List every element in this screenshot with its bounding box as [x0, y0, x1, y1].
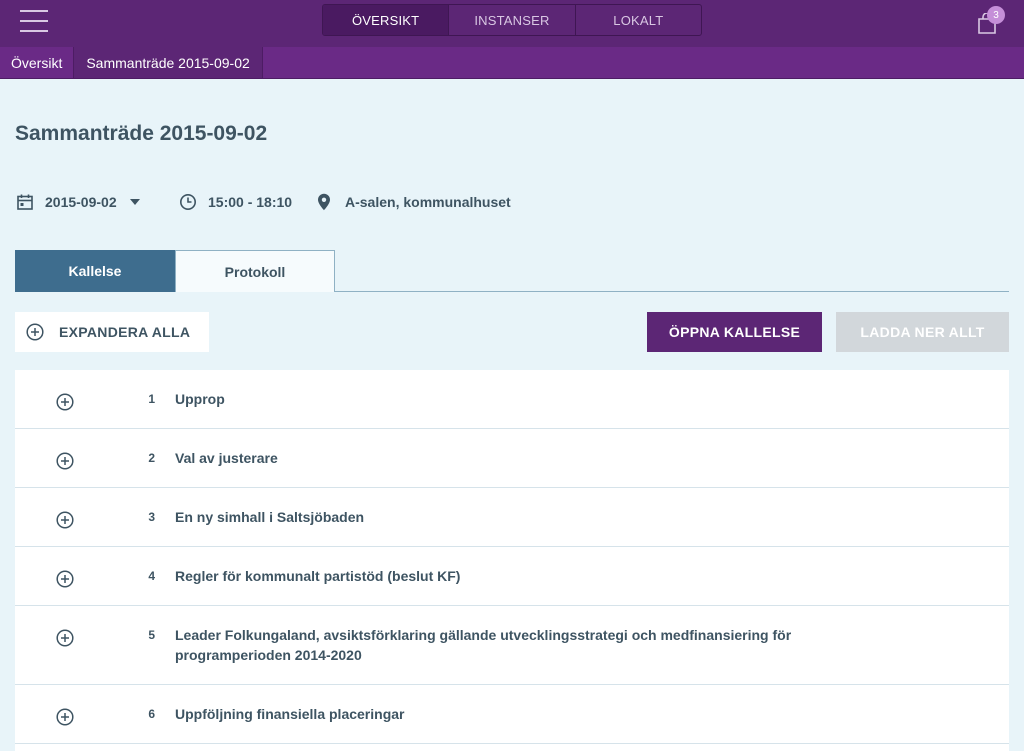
- location-pin-icon: [318, 193, 330, 211]
- tab-lokalt[interactable]: LOKALT: [576, 5, 701, 35]
- download-all-button[interactable]: LADDA NER ALLT: [836, 312, 1009, 352]
- meeting-location: A-salen, kommunalhuset: [345, 194, 511, 210]
- expand-icon[interactable]: [56, 452, 74, 470]
- expand-icon[interactable]: [56, 570, 74, 588]
- expand-all-button[interactable]: EXPANDERA ALLA: [15, 312, 209, 352]
- agenda-item-title: Leader Folkungaland, avsiktsförklaring g…: [175, 627, 792, 663]
- agenda-item-number: 4: [148, 569, 155, 583]
- agenda-item-partial: [15, 744, 1009, 751]
- agenda-item-1[interactable]: 1 Upprop: [15, 370, 1009, 429]
- chevron-down-icon: [129, 199, 140, 205]
- cart-count-badge: 3: [987, 6, 1005, 24]
- agenda-item-number: 1: [148, 392, 155, 406]
- agenda-item-number: 6: [148, 707, 155, 721]
- breadcrumb-meeting[interactable]: Sammanträde 2015-09-02: [74, 47, 263, 78]
- agenda-item-2[interactable]: 2 Val av justerare: [15, 429, 1009, 488]
- breadcrumb: Översikt Sammanträde 2015-09-02: [0, 47, 1024, 79]
- agenda-item-title: Val av justerare: [175, 450, 278, 466]
- calendar-icon: [17, 194, 33, 210]
- date-picker[interactable]: 2015-09-02: [16, 192, 151, 212]
- agenda-item-title: Upprop: [175, 391, 225, 407]
- agenda-item-title: Regler för kommunalt partistöd (beslut K…: [175, 568, 461, 584]
- meeting-location-group: A-salen, kommunalhuset: [317, 192, 511, 212]
- open-kallelse-button[interactable]: ÖPPNA KALLELSE: [647, 312, 822, 352]
- agenda-item-6[interactable]: 6 Uppföljning finansiella placeringar: [15, 685, 1009, 744]
- document-tabs: Kallelse Protokoll: [15, 250, 1009, 292]
- tab-protokoll[interactable]: Protokoll: [175, 250, 335, 292]
- expand-icon[interactable]: [56, 511, 74, 529]
- clock-icon: [180, 194, 196, 210]
- agenda-item-title: Uppföljning finansiella placeringar: [175, 706, 405, 722]
- section-switcher: ÖVERSIKT INSTANSER LOKALT: [322, 4, 702, 36]
- agenda-item-number: 5: [148, 628, 155, 642]
- agenda-item-4[interactable]: 4 Regler för kommunalt partistöd (beslut…: [15, 547, 1009, 606]
- meeting-time-group: 15:00 - 18:10: [179, 192, 292, 212]
- agenda-item-title: En ny simhall i Saltsjöbaden: [175, 509, 365, 525]
- agenda-item-3[interactable]: 3 En ny simhall i Saltsjöbaden: [15, 488, 1009, 547]
- agenda-item-number: 3: [148, 510, 155, 524]
- agenda-item-number: 2: [148, 451, 155, 465]
- expand-icon[interactable]: [56, 393, 74, 411]
- tab-instanser[interactable]: INSTANSER: [449, 5, 576, 35]
- agenda-list: 1 Upprop 2 Val av justerare 3 En ny simh…: [15, 370, 1009, 751]
- expand-icon[interactable]: [56, 629, 74, 647]
- top-bar: ÖVERSIKT INSTANSER LOKALT 3: [0, 0, 1024, 47]
- agenda-item-5[interactable]: 5 Leader Folkungaland, avsiktsförklaring…: [15, 606, 1009, 685]
- page-title: Sammanträde 2015-09-02: [15, 122, 268, 145]
- expand-all-label: EXPANDERA ALLA: [59, 324, 191, 340]
- tab-oversikt[interactable]: ÖVERSIKT: [323, 5, 450, 35]
- tab-kallelse[interactable]: Kallelse: [15, 250, 175, 292]
- meeting-time: 15:00 - 18:10: [208, 194, 293, 210]
- plus-circle-icon: [26, 323, 44, 341]
- shopping-bag-button[interactable]: 3: [976, 6, 1005, 35]
- breadcrumb-oversikt[interactable]: Översikt: [0, 47, 75, 78]
- menu-icon[interactable]: [20, 10, 48, 32]
- meeting-date: 2015-09-02: [45, 194, 117, 210]
- expand-icon[interactable]: [56, 708, 74, 726]
